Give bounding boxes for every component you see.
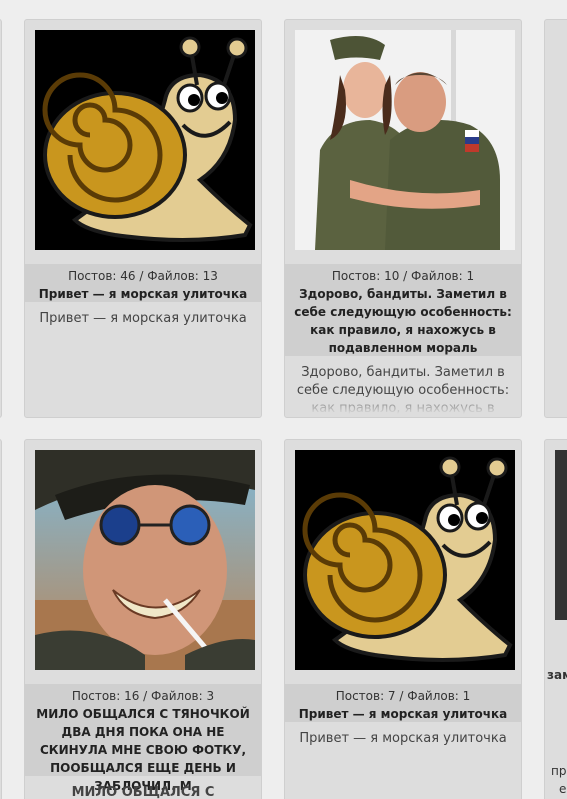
thread-stats: Постов: 10 / Файлов: 1 Здорово, бандиты.… xyxy=(285,264,521,356)
military-couple-photo xyxy=(295,30,515,250)
thread-counts: Постов: 46 / Файлов: 13 xyxy=(68,269,218,283)
thread-card-partial-left-bottom[interactable] xyxy=(0,439,2,799)
thread-counts: Постов: 16 / Файлов: 3 xyxy=(71,689,215,703)
thread-counts: Постов: 7 / Файлов: 1 xyxy=(335,689,471,703)
thread-subject: Привет — я морская улиточка xyxy=(38,287,248,301)
thread-message: Привет — я морская улиточка xyxy=(39,311,247,326)
thread-card[interactable]: Постов: 16 / Файлов: 3 МИЛО ОБЩАЛСЯ С ТЯ… xyxy=(24,439,262,799)
thread-catalog: зам пр е Постов: 46 / Файлов: xyxy=(0,0,567,799)
thread-card[interactable]: Постов: 7 / Файлов: 1 Привет — я морская… xyxy=(284,439,522,799)
thread-message: Привет — я морская улиточка xyxy=(299,731,507,746)
thread-card-partial-left-top[interactable] xyxy=(0,19,2,418)
thread-stats: Постов: 46 / Файлов: 13 Привет — я морск… xyxy=(25,264,261,302)
smiling-man-sunglasses-photo xyxy=(35,450,255,670)
thread-subject-partial: зам xyxy=(547,668,567,682)
thread-counts: Постов: 10 / Файлов: 1 xyxy=(331,269,475,283)
thread-thumbnail[interactable] xyxy=(35,450,255,670)
thread-thumbnail-partial[interactable] xyxy=(555,450,567,620)
thread-stats: Постов: 7 / Файлов: 1 Привет — я морская… xyxy=(285,684,521,722)
message-fade xyxy=(285,392,521,414)
thread-message-partial: пр xyxy=(551,764,567,778)
thread-message-partial-2: е xyxy=(559,782,567,796)
thread-card-partial-right-top[interactable] xyxy=(544,19,567,418)
thread-card-partial-right-bottom[interactable]: зам пр е xyxy=(544,439,567,799)
snail-image xyxy=(35,30,255,250)
thread-thumbnail[interactable] xyxy=(295,30,515,250)
thread-thumbnail[interactable] xyxy=(295,450,515,670)
thread-thumbnail[interactable] xyxy=(35,30,255,250)
thread-card[interactable]: Постов: 46 / Файлов: 13 Привет — я морск… xyxy=(24,19,262,418)
thread-stats: Постов: 16 / Файлов: 3 МИЛО ОБЩАЛСЯ С ТЯ… xyxy=(25,684,261,793)
thread-message: МИЛО ОБЩАЛСЯ С ТЯНОЧКОЙ xyxy=(71,785,215,799)
thread-subject: Здорово, бандиты. Заметил в себе следующ… xyxy=(294,287,512,355)
thread-card[interactable]: Постов: 10 / Файлов: 1 Здорово, бандиты.… xyxy=(284,19,522,418)
snail-image xyxy=(295,450,515,670)
thread-subject: Привет — я морская улиточка xyxy=(298,707,508,721)
